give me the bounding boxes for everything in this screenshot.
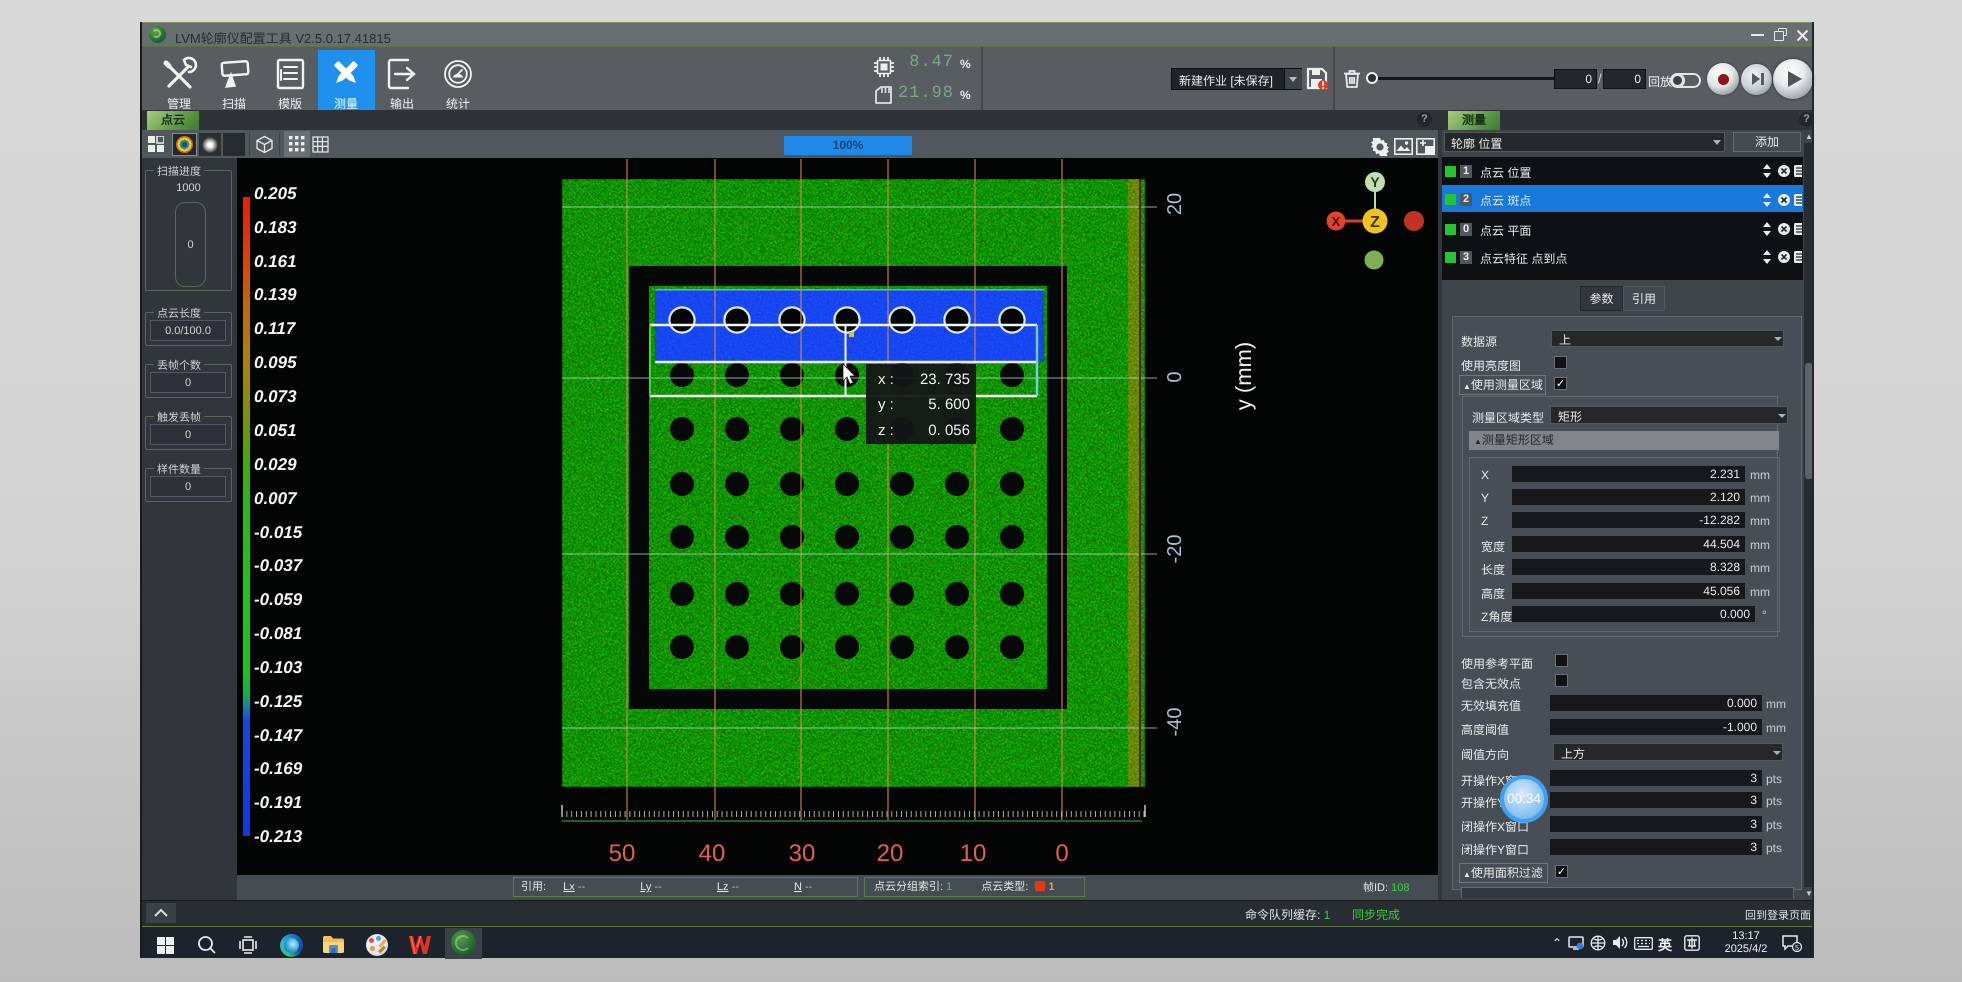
svg-text:x :: x : — [878, 371, 894, 388]
svg-text:0.139: 0.139 — [254, 285, 297, 304]
svg-text:-0.103: -0.103 — [254, 658, 303, 677]
svg-text:Y: Y — [1370, 174, 1380, 190]
svg-text:-0.147: -0.147 — [254, 726, 304, 745]
svg-text:-0.081: -0.081 — [254, 624, 302, 643]
svg-text:z :: z : — [878, 422, 894, 439]
svg-text:0.073: 0.073 — [254, 387, 297, 406]
svg-text:23. 735: 23. 735 — [920, 371, 970, 388]
svg-text:0.007: 0.007 — [254, 489, 298, 508]
svg-text:0.029: 0.029 — [254, 455, 297, 474]
svg-text:0.095: 0.095 — [254, 353, 297, 372]
svg-text:y :: y : — [878, 396, 894, 413]
svg-text:40: 40 — [699, 840, 726, 867]
svg-text:30: 30 — [789, 840, 816, 867]
svg-text:-40: -40 — [1164, 708, 1186, 737]
svg-text:0: 0 — [1055, 840, 1068, 867]
svg-text:-0.125: -0.125 — [254, 692, 303, 711]
svg-text:10: 10 — [960, 840, 987, 867]
svg-text:-0.213: -0.213 — [254, 827, 303, 846]
svg-text:0.205: 0.205 — [254, 184, 297, 203]
svg-text:50: 50 — [609, 840, 636, 867]
svg-text:0.183: 0.183 — [254, 218, 297, 237]
svg-text:-0.191: -0.191 — [254, 793, 302, 812]
svg-text:5: 5 — [1795, 945, 1799, 952]
svg-text:0.117: 0.117 — [254, 319, 297, 338]
svg-text:-20: -20 — [1164, 535, 1186, 564]
svg-text:0.161: 0.161 — [254, 252, 297, 271]
svg-text:0: 0 — [1164, 371, 1186, 382]
svg-text:5. 600: 5. 600 — [928, 396, 970, 413]
svg-text:-0.059: -0.059 — [254, 590, 303, 609]
svg-text:X: X — [1332, 214, 1341, 229]
svg-text:-0.037: -0.037 — [254, 556, 304, 575]
svg-text:y (mm): y (mm) — [1231, 342, 1256, 410]
svg-text:0. 056: 0. 056 — [928, 422, 970, 439]
svg-text:-0.169: -0.169 — [254, 759, 303, 778]
svg-text:Z: Z — [1370, 214, 1380, 231]
svg-text:20: 20 — [877, 840, 904, 867]
svg-text:-0.015: -0.015 — [254, 523, 303, 542]
svg-text:20: 20 — [1164, 193, 1186, 215]
svg-text:0.051: 0.051 — [254, 421, 297, 440]
